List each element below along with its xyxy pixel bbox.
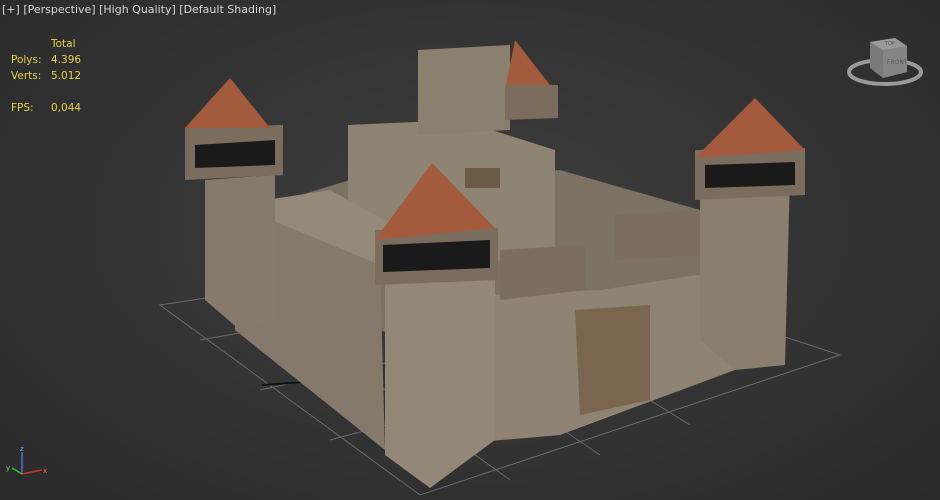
verts-value: 5.012 xyxy=(51,70,82,82)
verts-label: Verts: xyxy=(11,70,42,82)
perspective-viewport[interactable]: [+] [Perspective] [High Quality] [Defaul… xyxy=(0,0,940,500)
fps-value: 0,044 xyxy=(51,102,82,114)
fps-label: FPS: xyxy=(11,102,34,114)
viewcube-front-face[interactable]: FRONT xyxy=(887,59,908,66)
castle-model xyxy=(185,40,805,488)
axis-y-label: y xyxy=(6,464,10,472)
polys-label: Polys: xyxy=(11,54,42,66)
statistics-overlay: Total Polys: 4.396 Verts: 5.012 FPS: 0,044 xyxy=(11,36,81,116)
axis-z-label: z xyxy=(20,445,24,453)
axis-tripod: z x y xyxy=(6,445,47,475)
viewcube[interactable]: TOP FRONT xyxy=(845,30,925,90)
axis-x-label: x xyxy=(43,467,47,475)
stats-header: Total xyxy=(51,38,76,50)
shading-menu[interactable]: [Default Shading] xyxy=(179,3,276,16)
viewport-menu-button[interactable]: [+] xyxy=(2,3,20,16)
view-type-menu[interactable]: [Perspective] xyxy=(23,3,95,16)
polys-value: 4.396 xyxy=(51,54,82,66)
viewcube-top-face[interactable]: TOP xyxy=(884,41,895,47)
quality-menu[interactable]: [High Quality] xyxy=(99,3,176,16)
castle-scene xyxy=(158,40,842,496)
viewport-labels: [+] [Perspective] [High Quality] [Defaul… xyxy=(2,3,276,16)
